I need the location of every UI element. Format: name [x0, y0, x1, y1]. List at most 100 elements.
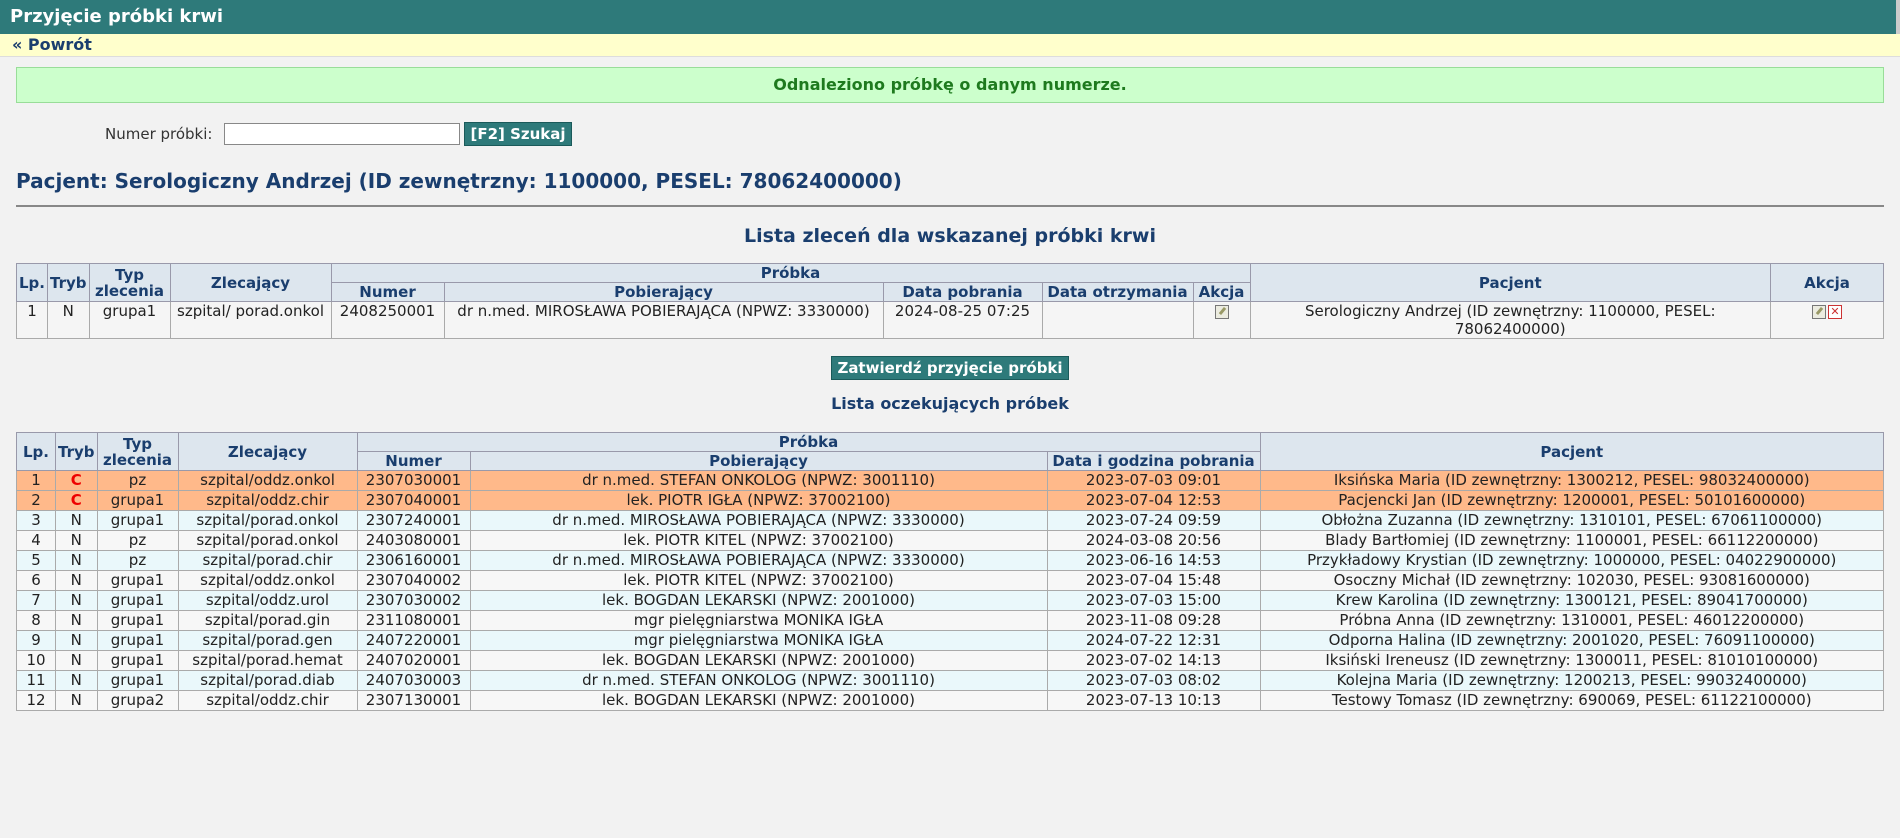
cell-zlecajacy: szpital/ porad.onkol [169, 301, 332, 339]
cell-tryb: N [55, 690, 98, 711]
col-tryb: Tryb [55, 432, 98, 471]
cell-tryb: C [55, 490, 98, 511]
cell-data: 2023-07-03 09:01 [1046, 470, 1261, 491]
waiting-table: Lp. Tryb Typ zlecenia Zlecający Próbka P… [16, 432, 1884, 711]
cell-lp: 5 [16, 550, 56, 571]
cell-typ: grupa1 [88, 301, 171, 339]
cell-typ: pz [96, 470, 179, 491]
back-bar: « Powrót [0, 34, 1900, 57]
cell-zlecajacy: szpital/porad.hemat [177, 650, 358, 671]
cell-pacjent: Testowy Tomasz (ID zewnętrzny: 690069, P… [1259, 690, 1884, 711]
cell-pacjent: Iksińska Maria (ID zewnętrzny: 1300212, … [1259, 470, 1884, 491]
cell-numer: 2407020001 [356, 650, 471, 671]
cell-numer: 2307030001 [356, 470, 471, 491]
table-row[interactable]: 9 Ngrupa1 szpital/porad.gen 2407220001 mgr p… [16, 630, 1884, 651]
sample-number-input[interactable] [224, 123, 461, 145]
table-row[interactable]: 11 Ngrupa1 szpital/porad.diab 2407030003 dr … [16, 670, 1884, 691]
col-zlecajacy: Zlecający [177, 432, 358, 471]
cell-lp: 10 [16, 650, 56, 671]
cell-pobierajacy: lek. PIOTR KITEL (NPWZ: 37002100) [469, 570, 1048, 591]
col-zlecajacy: Zlecający [169, 263, 332, 302]
table-row[interactable]: 2 Cgrupa1 szpital/oddz.chir 2307040001 lek. … [16, 490, 1884, 511]
cell-pacjent: Obłożna Zuzanna (ID zewnętrzny: 1310101,… [1259, 510, 1884, 531]
edit-icon[interactable] [1812, 304, 1826, 319]
cell-zlecajacy: szpital/porad.chir [177, 550, 358, 571]
cell-tryb: N [55, 650, 98, 671]
table-row[interactable]: 4 Npz szpital/porad.onkol 2403080001 lek. PI… [16, 530, 1884, 551]
cell-lp: 4 [16, 530, 56, 551]
cell-akcja: ✕ [1770, 301, 1884, 339]
cell-tryb: N [55, 670, 98, 691]
cell-numer: 2408250001 [330, 301, 445, 339]
col-data-pobrania: Data pobrania [882, 282, 1043, 302]
cell-data: 2023-07-02 14:13 [1046, 650, 1261, 671]
cell-data: 2023-07-24 09:59 [1046, 510, 1261, 531]
cell-tryb: N [55, 510, 98, 531]
orders-title: Lista zleceń dla wskazanej próbki krwi [744, 225, 1156, 247]
cell-pacjent: Blady Bartłomiej (ID zewnętrzny: 1100001… [1259, 530, 1884, 551]
col-typ: Typ zlecenia [88, 263, 171, 302]
col-lp: Lp. [16, 432, 56, 471]
cell-zlecajacy: szpital/oddz.urol [177, 590, 358, 611]
cell-pacjent: Iksiński Ireneusz (ID zewnętrzny: 130001… [1259, 650, 1884, 671]
back-link[interactable]: « Powrót [12, 35, 92, 54]
cell-tryb: N [55, 610, 98, 631]
table-row[interactable]: 7 Ngrupa1 szpital/oddz.urol 2307030002 lek. … [16, 590, 1884, 611]
col-pacjent: Pacjent [1259, 432, 1884, 471]
cell-pobierajacy: dr n.med. STEFAN ONKOLOG (NPWZ: 3001110) [469, 670, 1048, 691]
delete-icon[interactable]: ✕ [1828, 304, 1842, 319]
col-akcja: Akcja [1770, 263, 1884, 302]
confirm-button[interactable]: Zatwierdź przyjęcie próbki [831, 356, 1069, 380]
page-title: Przyjęcie próbki krwi [10, 6, 224, 27]
cell-numer: 2311080001 [356, 610, 471, 631]
table-row[interactable]: 3 Ngrupa1 szpital/porad.onkol 2307240001 dr … [16, 510, 1884, 531]
table-row[interactable]: 5 Npz szpital/porad.chir 2306160001 dr n.med… [16, 550, 1884, 571]
cell-typ: pz [96, 530, 179, 551]
cell-lp: 7 [16, 590, 56, 611]
cell-pacjent: Przykładowy Krystian (ID zewnętrzny: 100… [1259, 550, 1884, 571]
table-row[interactable]: 8 Ngrupa1 szpital/porad.gin 2311080001 mgr p… [16, 610, 1884, 631]
cell-data: 2023-07-03 08:02 [1046, 670, 1261, 691]
cell-zlecajacy: szpital/porad.onkol [177, 530, 358, 551]
page-header: Przyjęcie próbki krwi [0, 0, 1900, 34]
cell-tryb: C [55, 470, 98, 491]
divider [16, 205, 1884, 207]
col-akcja-probki: Akcja [1192, 282, 1251, 302]
cell-pobierajacy: mgr pielęgniarstwa MONIKA IGŁA [469, 610, 1048, 631]
table-row[interactable]: 12 Ngrupa2 szpital/oddz.chir 2307130001 lek.… [16, 690, 1884, 711]
cell-pobierajacy: lek. BOGDAN LEKARSKI (NPWZ: 2001000) [469, 690, 1048, 711]
cell-typ: grupa1 [96, 670, 179, 691]
cell-lp: 11 [16, 670, 56, 691]
cell-zlecajacy: szpital/oddz.chir [177, 490, 358, 511]
cell-pobierajacy: dr n.med. MIROSŁAWA POBIERAJĄCA (NPWZ: 3… [469, 510, 1048, 531]
cell-data: 2023-07-13 10:13 [1046, 690, 1261, 711]
cell-lp: 12 [16, 690, 56, 711]
search-row: Numer próbki: [F2] Szukaj [16, 121, 1884, 147]
search-button[interactable]: [F2] Szukaj [464, 122, 572, 146]
cell-pacjent: Krew Karolina (ID zewnętrzny: 1300121, P… [1259, 590, 1884, 611]
cell-typ: grupa1 [96, 510, 179, 531]
cell-pacjent: Osoczny Michał (ID zewnętrzny: 102030, P… [1259, 570, 1884, 591]
cell-data: 2023-07-03 15:00 [1046, 590, 1261, 611]
table-row[interactable]: 1 Cpz szpital/oddz.onkol 2307030001 dr n.med… [16, 470, 1884, 491]
cell-pacjent: Próbna Anna (ID zewnętrzny: 1310001, PES… [1259, 610, 1884, 631]
cell-lp: 3 [16, 510, 56, 531]
cell-zlecajacy: szpital/porad.gin [177, 610, 358, 631]
edit-icon[interactable] [1214, 304, 1229, 319]
cell-numer: 2307030002 [356, 590, 471, 611]
col-data: Data i godzina pobrania [1046, 451, 1261, 471]
table-row[interactable]: 10 Ngrupa1 szpital/porad.hemat 2407020001 le… [16, 650, 1884, 671]
cell-akcja-probki [1192, 301, 1251, 339]
cell-typ: grupa1 [96, 590, 179, 611]
cell-data: 2023-11-08 09:28 [1046, 610, 1261, 631]
col-probka: Próbka [330, 263, 1251, 283]
col-lp: Lp. [16, 263, 48, 302]
table-row[interactable]: 6 Ngrupa1 szpital/oddz.onkol 2307040002 lek.… [16, 570, 1884, 591]
cell-zlecajacy: szpital/porad.gen [177, 630, 358, 651]
cell-zlecajacy: szpital/oddz.chir [177, 690, 358, 711]
cell-pobierajacy: mgr pielęgniarstwa MONIKA IGŁA [469, 630, 1048, 651]
success-message: Odnaleziono próbkę o danym numerze. [16, 67, 1884, 103]
col-pobierajacy: Pobierający [443, 282, 884, 302]
cell-numer: 2407030003 [356, 670, 471, 691]
cell-lp: 6 [16, 570, 56, 591]
